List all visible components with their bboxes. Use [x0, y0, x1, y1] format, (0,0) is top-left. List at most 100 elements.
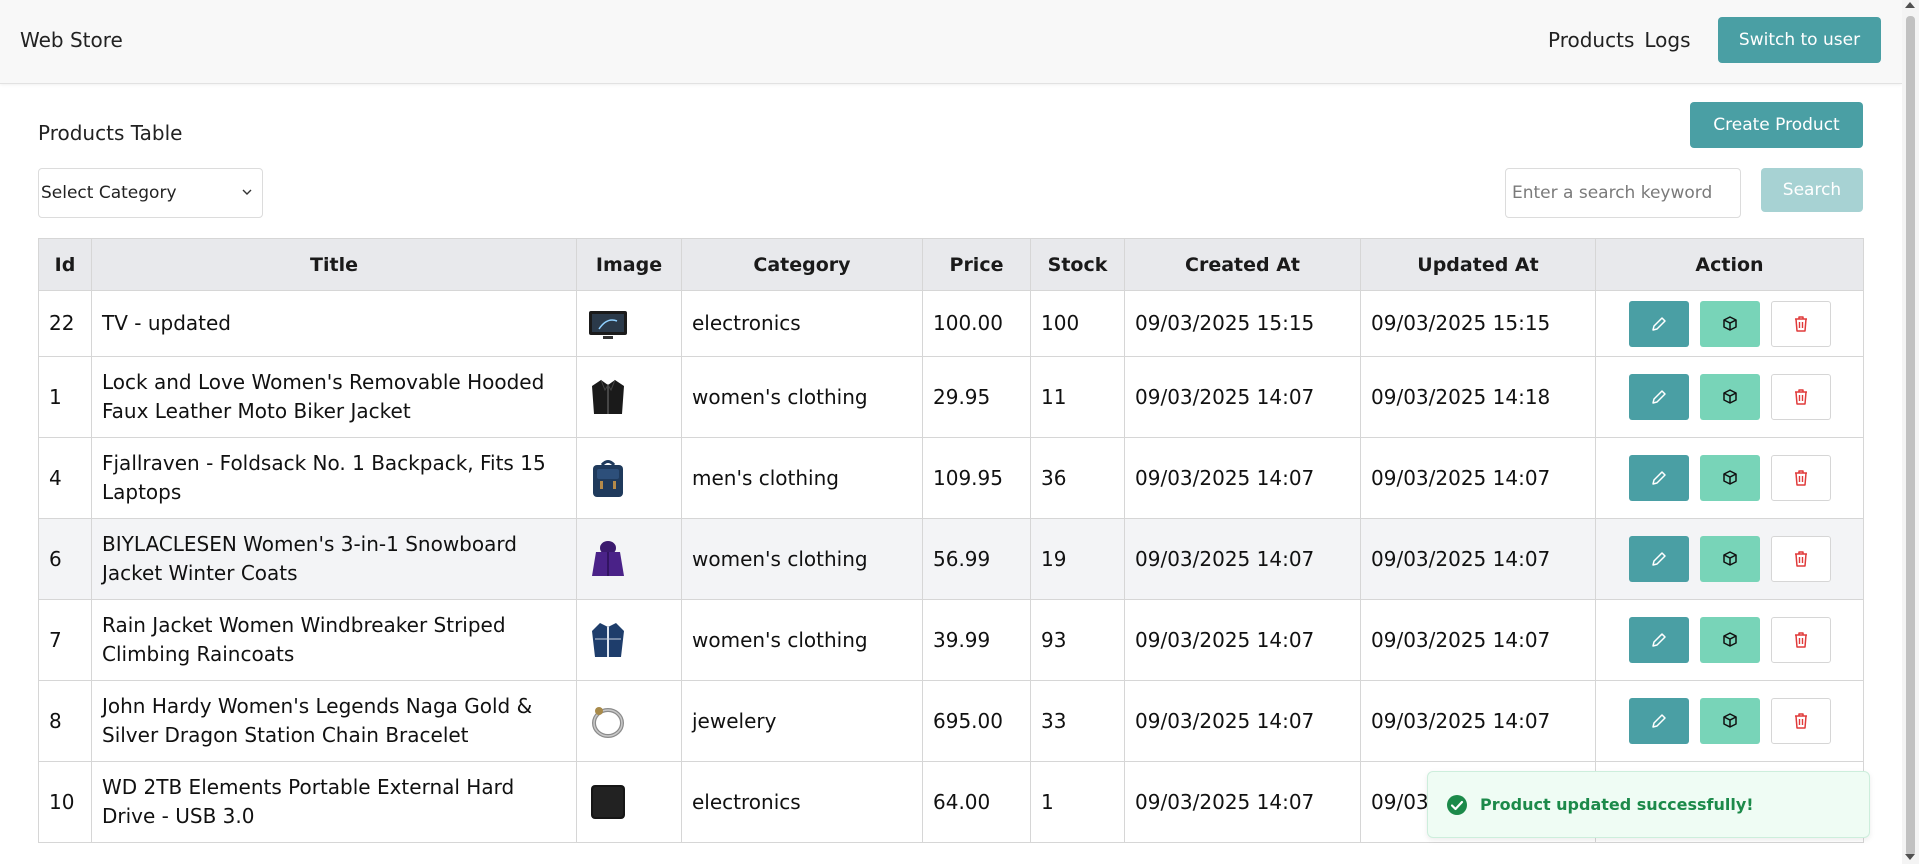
- bracelet-icon: [587, 700, 671, 742]
- stock-button[interactable]: [1699, 617, 1760, 663]
- trash-icon: [1794, 389, 1807, 405]
- stock-button[interactable]: [1699, 698, 1760, 744]
- search-button[interactable]: Search: [1761, 168, 1863, 212]
- pencil-icon: [1651, 316, 1666, 331]
- tv-icon: [587, 303, 671, 345]
- trash-icon: [1794, 315, 1807, 332]
- cell-created-at: 09/03/2025 15:15: [1124, 290, 1361, 357]
- delete-button[interactable]: [1770, 617, 1831, 663]
- stock-button[interactable]: [1699, 374, 1760, 420]
- cell-price: 100.00: [922, 290, 1031, 357]
- cell-category: women's clothing: [681, 356, 923, 438]
- box-icon: [1722, 551, 1737, 566]
- pencil-icon: [1651, 552, 1666, 566]
- cell-created-at: 09/03/2025 14:07: [1124, 356, 1361, 438]
- cell-actions: [1595, 518, 1864, 600]
- cell-stock: 33: [1030, 680, 1125, 762]
- page-title: Products Table: [38, 121, 183, 145]
- table-row: 8 John Hardy Women's Legends Naga Gold & …: [38, 680, 1864, 762]
- table-row: 4 Fjallraven - Foldsack No. 1 Backpack, F…: [38, 437, 1864, 519]
- cell-price: 695.00: [922, 680, 1031, 762]
- hard-drive-icon: [587, 781, 671, 823]
- trash-icon: [1794, 470, 1807, 486]
- category-select[interactable]: Select Category: [38, 168, 263, 218]
- raincoat-icon: [587, 619, 671, 661]
- delete-button[interactable]: [1770, 374, 1831, 420]
- switch-to-user-button[interactable]: Switch to user: [1718, 17, 1881, 63]
- cell-title: BIYLACLESEN Women's 3-in-1 Snowboard Jac…: [91, 518, 577, 600]
- cell-updated-at: 09/03/2025 15:15: [1360, 290, 1596, 357]
- stock-button[interactable]: [1699, 536, 1760, 582]
- column-header-created-at: Created At: [1124, 238, 1361, 291]
- cell-actions: [1595, 680, 1864, 762]
- cell-stock: 19: [1030, 518, 1125, 600]
- cell-created-at: 09/03/2025 14:07: [1124, 599, 1361, 681]
- nav-link-products[interactable]: Products: [1548, 28, 1634, 52]
- edit-button[interactable]: [1628, 698, 1689, 744]
- cell-id: 6: [38, 518, 92, 600]
- search-input[interactable]: [1505, 168, 1741, 218]
- cell-updated-at: 09/03/2025 14:07: [1360, 680, 1596, 762]
- cell-id: 10: [38, 761, 92, 843]
- stock-button[interactable]: [1699, 300, 1760, 347]
- table-row: 22 TV - updated electronics 100.00 100 09/03/…: [38, 290, 1864, 357]
- success-toast[interactable]: Product updated successfully!: [1427, 771, 1870, 838]
- box-icon: [1722, 389, 1737, 404]
- scroll-up-arrow-icon[interactable]: [1905, 2, 1915, 8]
- nav-links: Products Logs: [1548, 28, 1691, 52]
- edit-button[interactable]: [1628, 617, 1689, 663]
- stock-button[interactable]: [1699, 455, 1760, 501]
- box-icon: [1722, 713, 1737, 728]
- cell-image: [576, 518, 682, 600]
- column-header-action: Action: [1595, 238, 1864, 291]
- cell-id: 1: [38, 356, 92, 438]
- column-header-image: Image: [576, 238, 682, 291]
- table-row: 1 Lock and Love Women's Removable Hooded …: [38, 356, 1864, 438]
- cell-title: TV - updated: [91, 290, 577, 357]
- backpack-icon: [587, 457, 671, 499]
- cell-title: Lock and Love Women's Removable Hooded F…: [91, 356, 577, 438]
- cell-stock: 11: [1030, 356, 1125, 438]
- pencil-icon: [1651, 714, 1666, 728]
- cell-stock: 36: [1030, 437, 1125, 519]
- cell-created-at: 09/03/2025 14:07: [1124, 761, 1361, 843]
- cell-updated-at: 09/03/2025 14:07: [1360, 518, 1596, 600]
- trash-icon: [1794, 713, 1807, 729]
- cell-image: [576, 680, 682, 762]
- scroll-down-arrow-icon[interactable]: [1905, 854, 1915, 860]
- nav-link-logs[interactable]: Logs: [1644, 28, 1690, 52]
- create-product-button[interactable]: Create Product: [1690, 102, 1863, 148]
- edit-button[interactable]: [1628, 300, 1689, 347]
- delete-button[interactable]: [1770, 455, 1831, 501]
- cell-price: 64.00: [922, 761, 1031, 843]
- products-table: Id Title Image Category Price Stock Crea…: [38, 238, 1864, 843]
- edit-button[interactable]: [1628, 374, 1689, 420]
- delete-button[interactable]: [1770, 698, 1831, 744]
- cell-image: [576, 437, 682, 519]
- delete-button[interactable]: [1770, 300, 1831, 347]
- scrollbar-thumb[interactable]: [1906, 16, 1915, 856]
- cell-title: Rain Jacket Women Windbreaker Striped Cl…: [91, 599, 577, 681]
- cell-category: men's clothing: [681, 437, 923, 519]
- edit-button[interactable]: [1628, 536, 1689, 582]
- cell-category: jewelery: [681, 680, 923, 762]
- box-icon: [1722, 470, 1737, 485]
- cell-title: Fjallraven - Foldsack No. 1 Backpack, Fi…: [91, 437, 577, 519]
- column-header-updated-at: Updated At: [1360, 238, 1596, 291]
- edit-button[interactable]: [1628, 455, 1689, 501]
- cell-actions: [1595, 290, 1864, 357]
- column-header-stock: Stock: [1030, 238, 1125, 291]
- cell-id: 7: [38, 599, 92, 681]
- trash-icon: [1794, 632, 1807, 648]
- cell-image: [576, 761, 682, 843]
- cell-created-at: 09/03/2025 14:07: [1124, 518, 1361, 600]
- delete-button[interactable]: [1770, 536, 1831, 582]
- cell-image: [576, 290, 682, 357]
- box-icon: [1722, 315, 1737, 331]
- box-icon: [1722, 632, 1737, 647]
- column-header-title: Title: [91, 238, 577, 291]
- brand-title[interactable]: Web Store: [20, 28, 123, 52]
- pencil-icon: [1651, 471, 1666, 485]
- table-header-row: Id Title Image Category Price Stock Crea…: [38, 238, 1864, 291]
- cell-actions: [1595, 356, 1864, 438]
